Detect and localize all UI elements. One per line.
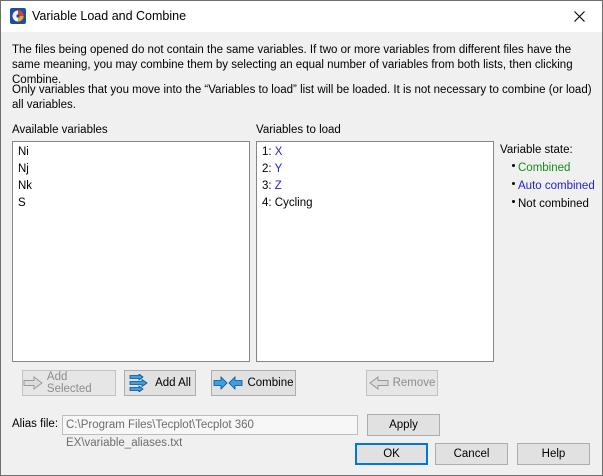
- combine-label: Combine: [247, 377, 294, 389]
- variables-to-load-label: Variables to load: [256, 124, 341, 136]
- ok-button[interactable]: OK: [355, 443, 428, 465]
- close-icon: [573, 11, 585, 22]
- legend-not-combined-label: Not combined: [518, 198, 589, 210]
- add-selected-label: Add Selected: [46, 371, 92, 395]
- right-arrow-icon: [23, 376, 43, 390]
- list-item[interactable]: S: [13, 195, 249, 212]
- variables-to-load-list[interactable]: 1: X 2: Y 3: Z 4: Cycling: [256, 141, 494, 362]
- list-item[interactable]: 1: X: [257, 144, 493, 161]
- combine-arrows-icon: [214, 376, 243, 390]
- list-item[interactable]: 2: Y: [257, 161, 493, 178]
- bullet-icon: [512, 164, 515, 168]
- ok-label: OK: [383, 448, 400, 460]
- bullet-icon: [512, 182, 515, 186]
- help-label: Help: [541, 448, 566, 460]
- remove-button[interactable]: Remove: [366, 370, 438, 396]
- list-item[interactable]: Ni: [13, 144, 249, 161]
- window-title: Variable Load and Combine: [32, 9, 187, 23]
- legend-not-combined: Not combined: [512, 198, 589, 210]
- add-all-arrows-icon: [129, 374, 148, 392]
- apply-button[interactable]: Apply: [367, 414, 440, 436]
- title-bar: Variable Load and Combine: [1, 1, 602, 32]
- item-name: Z: [274, 180, 282, 192]
- item-name: X: [274, 146, 283, 158]
- list-item[interactable]: Nj: [13, 161, 249, 178]
- add-selected-button[interactable]: Add Selected: [22, 370, 116, 396]
- item-number: 2:: [262, 163, 272, 175]
- add-all-label: Add All: [155, 377, 191, 389]
- legend-auto-combined-label: Auto combined: [518, 180, 595, 192]
- variable-load-combine-dialog: Variable Load and Combine The files bein…: [0, 0, 603, 476]
- left-arrow-icon: [368, 376, 389, 390]
- remove-label: Remove: [392, 377, 436, 389]
- note-text: Only variables that you move into the “V…: [12, 84, 592, 111]
- variable-state-label: Variable state:: [500, 144, 573, 156]
- help-button[interactable]: Help: [517, 443, 590, 465]
- tecplot-app-icon: [10, 8, 26, 24]
- description-text: The files being opened do not contain th…: [12, 44, 573, 86]
- item-name: Cycling: [274, 197, 313, 209]
- combine-button[interactable]: Combine: [211, 370, 296, 396]
- list-item[interactable]: 4: Cycling: [257, 195, 493, 212]
- list-item[interactable]: Nk: [13, 178, 249, 195]
- bullet-icon: [512, 200, 515, 204]
- cancel-label: Cancel: [453, 448, 490, 460]
- item-name: Y: [274, 163, 283, 175]
- cancel-button[interactable]: Cancel: [435, 443, 508, 465]
- add-all-button[interactable]: Add All: [124, 370, 196, 396]
- item-number: 4:: [262, 197, 272, 209]
- alias-file-label: Alias file:: [12, 418, 59, 430]
- item-number: 3:: [262, 180, 272, 192]
- legend-combined: Combined: [512, 162, 570, 174]
- legend-auto-combined: Auto combined: [512, 180, 595, 192]
- close-button[interactable]: [556, 1, 602, 32]
- apply-label: Apply: [389, 419, 418, 431]
- legend-combined-label: Combined: [518, 162, 571, 174]
- list-item[interactable]: 3: Z: [257, 178, 493, 195]
- item-number: 1:: [262, 146, 272, 158]
- available-variables-label: Available variables: [12, 124, 108, 136]
- available-variables-list[interactable]: Ni Nj Nk S: [12, 141, 250, 362]
- alias-file-field[interactable]: C:\Program Files\Tecplot\Tecplot 360 EX\…: [62, 415, 358, 449]
